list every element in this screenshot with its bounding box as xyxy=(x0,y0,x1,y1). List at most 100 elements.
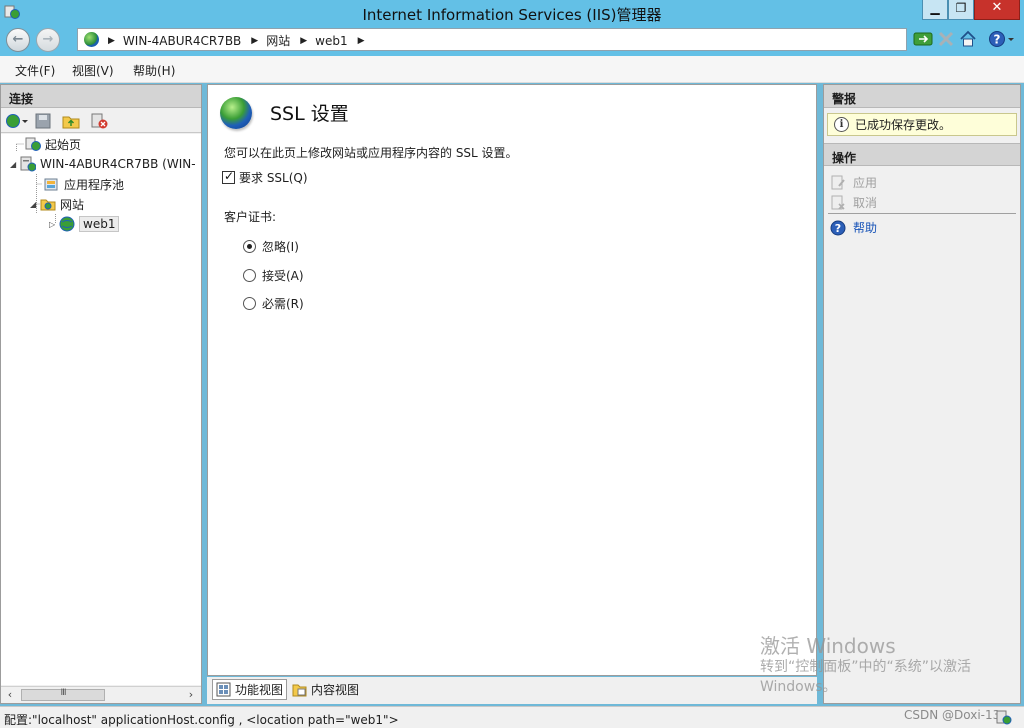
up-level-button[interactable] xyxy=(62,113,80,129)
view-switcher: 功能视图 内容视图 xyxy=(207,677,817,704)
address-bar[interactable]: ▶ WIN-4ABUR4CR7BB ▶ 网站 ▶ web1 ▶ xyxy=(77,28,907,51)
tab-content-view[interactable]: 内容视图 xyxy=(289,679,362,700)
client-cert-accept-option[interactable]: 接受(A) xyxy=(243,267,304,284)
page-description: 您可以在此页上修改网站或应用程序内容的 SSL 设置。 xyxy=(224,146,518,160)
server-icon xyxy=(20,156,37,172)
help-action[interactable]: ? 帮助 xyxy=(830,219,877,236)
svg-text:?: ? xyxy=(994,33,1001,47)
activation-watermark-text: 转到“控制面板”中的“系统”以激活 Windows。 xyxy=(760,657,990,697)
website-globe-icon xyxy=(59,216,75,232)
home-button[interactable] xyxy=(958,29,978,49)
tab-features-view[interactable]: 功能视图 xyxy=(212,679,288,700)
back-button[interactable]: ← xyxy=(6,28,30,52)
tree-label: 应用程序池 xyxy=(64,177,125,192)
help-icon: ? xyxy=(989,31,1014,47)
menu-view[interactable]: 视图(V) xyxy=(72,62,114,79)
activation-watermark-title: 激活 Windows xyxy=(760,634,896,658)
tab-label: 功能视图 xyxy=(235,683,284,697)
radio-ignore[interactable] xyxy=(243,240,256,253)
crumb-separator-icon[interactable]: ▶ xyxy=(251,36,258,46)
help-icon: ? xyxy=(830,220,846,236)
client-cert-ignore-option[interactable]: 忽略(I) xyxy=(243,238,299,255)
tab-label: 内容视图 xyxy=(311,683,360,697)
radio-require[interactable] xyxy=(243,297,256,310)
radio-accept[interactable] xyxy=(243,269,256,282)
menu-help[interactable]: 帮助(H) xyxy=(133,62,175,79)
action-label: 取消 xyxy=(853,196,878,210)
client-cert-label: 客户证书: xyxy=(224,210,277,224)
tree-item-server[interactable]: ◢ WIN-4ABUR4CR7BB (WIN- xyxy=(10,155,196,173)
breadcrumb-web1[interactable]: web1 xyxy=(315,34,347,48)
menu-file[interactable]: 文件(F) xyxy=(15,62,55,79)
require-ssl-row[interactable]: ✓ 要求 SSL(Q) xyxy=(222,169,308,186)
crumb-separator-icon[interactable]: ▶ xyxy=(358,36,365,46)
close-button[interactable]: ✕ xyxy=(974,0,1020,20)
info-icon: i xyxy=(834,117,849,132)
crumb-separator-icon[interactable]: ▶ xyxy=(108,36,115,46)
scroll-grip: III xyxy=(60,688,67,698)
watermark-line: 转到“控制面板”中的“系统”以激活 xyxy=(760,659,972,675)
app-pool-icon xyxy=(44,176,60,192)
delete-connection-button[interactable] xyxy=(91,113,109,129)
connections-tree: 起始页 ◢ WIN-4ABUR4CR7BB (WIN- 应用程序池 ◢ 网站 ▷ xyxy=(1,134,201,685)
breadcrumb-server[interactable]: WIN-4ABUR4CR7BB xyxy=(123,34,241,48)
horizontal-scrollbar[interactable]: ‹ III › xyxy=(1,686,201,703)
scroll-left-icon[interactable]: ‹ xyxy=(3,688,17,702)
close-icon: ✕ xyxy=(991,0,1003,15)
ssl-feature-globe-icon xyxy=(220,97,252,129)
breadcrumb: ▶ WIN-4ABUR4CR7BB ▶ 网站 ▶ web1 ▶ xyxy=(108,32,373,49)
apply-action[interactable]: 应用 xyxy=(830,174,877,191)
scroll-right-icon[interactable]: › xyxy=(184,688,198,702)
connect-globe-icon xyxy=(6,114,28,128)
radio-label: 必需(R) xyxy=(262,297,304,311)
status-credit: CSDN @Doxi-13 xyxy=(904,708,1001,722)
forward-button[interactable]: → xyxy=(36,28,60,52)
status-bar: 配置:"localhost" applicationHost.config , … xyxy=(0,706,1024,728)
restore-button[interactable]: ❐ xyxy=(948,0,974,20)
start-page-icon xyxy=(25,136,41,152)
tree-label: 起始页 xyxy=(45,137,82,152)
tree-item-start-page[interactable]: 起始页 xyxy=(25,135,81,153)
collapse-arrow-icon[interactable]: ◢ xyxy=(10,160,20,169)
title-bar: Internet Information Services (IIS)管理器 ▁… xyxy=(0,0,1024,25)
ssl-settings-pane: SSL 设置 您可以在此页上修改网站或应用程序内容的 SSL 设置。 ✓ 要求 … xyxy=(207,84,817,676)
status-text: 配置:"localhost" applicationHost.config , … xyxy=(4,713,399,727)
minimize-button[interactable]: ▁ xyxy=(922,0,948,20)
help-menu-button[interactable]: ? xyxy=(988,29,1014,49)
expand-arrow-icon[interactable]: ▷ xyxy=(49,220,59,229)
page-title: SSL 设置 xyxy=(270,103,349,125)
watermark-line: Windows。 xyxy=(760,679,837,695)
minimize-icon: ▁ xyxy=(930,1,940,15)
stop-button[interactable] xyxy=(936,29,956,49)
radio-label: 忽略(I) xyxy=(262,240,299,254)
navigation-bar: ← → ▶ WIN-4ABUR4CR7BB ▶ 网站 ▶ web1 ▶ ? xyxy=(0,25,1024,56)
checkmark-icon: ✓ xyxy=(224,169,235,183)
folder-up-icon xyxy=(62,116,80,129)
save-button[interactable] xyxy=(34,113,52,129)
action-label: 应用 xyxy=(853,176,878,190)
scroll-thumb[interactable]: III xyxy=(21,688,105,701)
client-cert-require-option[interactable]: 必需(R) xyxy=(243,295,304,312)
save-icon xyxy=(35,113,51,129)
svg-text:?: ? xyxy=(835,222,841,235)
menu-bar: 文件(F) 视图(V) 帮助(H) xyxy=(0,56,1024,83)
radio-label: 接受(A) xyxy=(262,269,304,283)
connect-button[interactable] xyxy=(5,113,29,129)
connections-header: 连接 xyxy=(1,85,201,108)
collapse-arrow-icon[interactable]: ◢ xyxy=(30,200,40,209)
alert-message-box: i 已成功保存更改。 xyxy=(827,113,1017,136)
breadcrumb-sites[interactable]: 网站 xyxy=(266,32,290,49)
window-title: Internet Information Services (IIS)管理器 xyxy=(362,6,662,24)
tree-item-app-pools[interactable]: 应用程序池 xyxy=(44,175,124,193)
refresh-icon xyxy=(913,32,933,46)
tree-label: web1 xyxy=(79,216,120,232)
refresh-button[interactable] xyxy=(913,29,933,49)
features-view-icon xyxy=(216,682,231,697)
cancel-action[interactable]: 取消 xyxy=(830,194,877,211)
crumb-separator-icon[interactable]: ▶ xyxy=(300,36,307,46)
require-ssl-checkbox[interactable]: ✓ xyxy=(222,169,235,184)
tree-label: WIN-4ABUR4CR7BB (WIN- xyxy=(40,157,196,171)
tree-item-sites[interactable]: ◢ 网站 xyxy=(30,195,84,213)
apply-icon xyxy=(830,175,846,191)
tree-item-web1[interactable]: ▷ web1 xyxy=(49,215,120,233)
